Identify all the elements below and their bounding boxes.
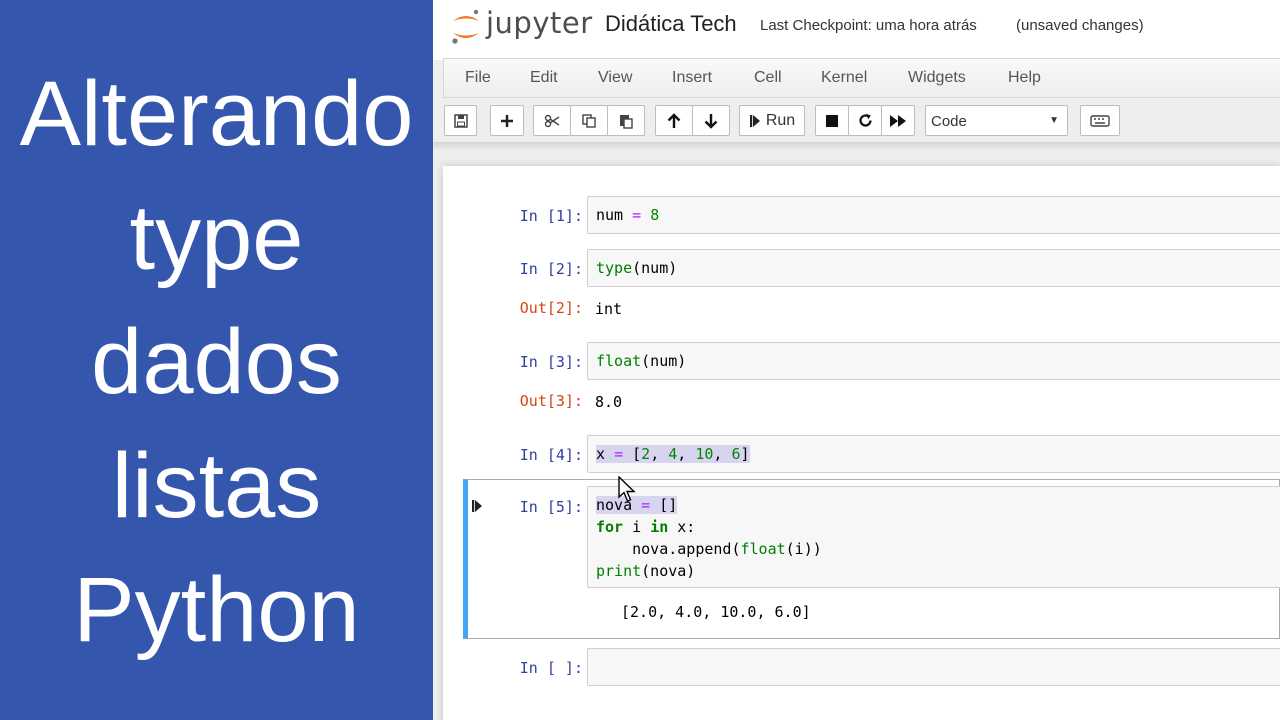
- menu-widgets[interactable]: Widgets: [908, 69, 966, 87]
- menubar: File Edit View Insert Cell Kernel Widget…: [443, 58, 1280, 98]
- menu-insert[interactable]: Insert: [672, 69, 712, 87]
- copy-button[interactable]: [570, 105, 608, 136]
- arrow-up-icon: [667, 112, 681, 128]
- title-line: dados: [91, 311, 342, 413]
- plus-icon: [501, 114, 513, 127]
- cell-input-area[interactable]: type(num): [587, 249, 1280, 287]
- mouse-cursor-icon: [618, 476, 636, 502]
- input-prompt: In [1]:: [519, 207, 583, 225]
- caret-down-icon: ▼: [1049, 115, 1059, 126]
- jupyter-window: jupyter Didática Tech Last Checkpoint: u…: [433, 0, 1280, 720]
- menu-kernel[interactable]: Kernel: [821, 69, 867, 87]
- move-up-button[interactable]: [655, 105, 693, 136]
- interrupt-kernel-button[interactable]: [815, 105, 849, 136]
- run-button-label: Run: [765, 111, 796, 129]
- cell-code[interactable]: nova = [] for i in x: nova.append(float(…: [596, 494, 822, 582]
- fast-forward-icon: [890, 114, 906, 127]
- copy-icon: [582, 113, 596, 128]
- cell-input-area[interactable]: [587, 648, 1280, 686]
- toolbar: Run Code ▼: [443, 100, 1280, 140]
- last-checkpoint: Last Checkpoint: uma hora atrás: [760, 17, 977, 34]
- paste-icon: [620, 114, 633, 129]
- command-palette-button[interactable]: [1080, 105, 1120, 136]
- input-prompt: In [2]:: [519, 260, 583, 278]
- cell-type-value: Code: [931, 113, 967, 130]
- output-prompt: Out[2]:: [519, 299, 583, 317]
- cell-input-area[interactable]: x = [2, 4, 10, 6]: [587, 435, 1280, 473]
- cell-code[interactable]: num = 8: [596, 204, 659, 226]
- cell-input-area[interactable]: float(num): [587, 342, 1280, 380]
- title-line: Python: [73, 559, 360, 661]
- restart-kernel-button[interactable]: [848, 105, 882, 136]
- cut-icon: [544, 114, 560, 127]
- cell-input-area[interactable]: nova = [] for i in x: nova.append(float(…: [587, 486, 1280, 588]
- title-line: Alterando: [19, 63, 414, 165]
- arrow-down-icon: [704, 113, 718, 129]
- insert-cell-button[interactable]: [490, 105, 524, 136]
- save-icon: [453, 113, 468, 128]
- menu-edit[interactable]: Edit: [530, 69, 558, 87]
- cell-code[interactable]: float(num): [596, 350, 686, 372]
- save-button[interactable]: [444, 105, 477, 136]
- title-line: type: [129, 187, 304, 289]
- keyboard-icon: [1090, 114, 1110, 127]
- restart-icon: [858, 113, 872, 127]
- notebook-name[interactable]: Didática Tech: [605, 11, 737, 37]
- cell-output: 8.0: [595, 393, 623, 411]
- cell-output-stream: [2.0, 4.0, 10.0, 6.0]: [621, 603, 811, 621]
- cell-type-select[interactable]: Code ▼: [925, 105, 1068, 136]
- cut-button[interactable]: [533, 105, 571, 136]
- move-down-button[interactable]: [692, 105, 730, 136]
- restart-run-all-button[interactable]: [881, 105, 915, 136]
- input-prompt: In [3]:: [519, 353, 583, 371]
- jupyter-logo-text[interactable]: jupyter: [486, 6, 593, 40]
- run-button[interactable]: Run: [739, 105, 805, 136]
- title-panel: Alterando type dados listas Python: [0, 0, 433, 720]
- paste-button[interactable]: [607, 105, 645, 136]
- output-prompt: Out[3]:: [519, 392, 583, 410]
- menu-view[interactable]: View: [598, 69, 632, 87]
- cell-code[interactable]: x = [2, 4, 10, 6]: [596, 443, 750, 465]
- jupyter-logo-icon[interactable]: [449, 8, 483, 46]
- cell-input-area[interactable]: num = 8: [587, 196, 1280, 234]
- title-line: listas: [111, 435, 322, 537]
- input-prompt: In [5]:: [519, 498, 583, 516]
- header-divider: [433, 142, 1280, 150]
- menu-file[interactable]: File: [465, 69, 491, 87]
- cell-output: int: [595, 300, 623, 318]
- notebook-header: jupyter Didática Tech Last Checkpoint: u…: [433, 0, 1280, 60]
- stop-icon: [826, 114, 838, 127]
- input-prompt: In [4]:: [519, 446, 583, 464]
- autosave-status: (unsaved changes): [1016, 17, 1144, 34]
- menu-help[interactable]: Help: [1008, 69, 1041, 87]
- step-forward-icon: [749, 114, 760, 127]
- menu-cell[interactable]: Cell: [754, 69, 782, 87]
- cell-code[interactable]: type(num): [596, 257, 677, 279]
- input-prompt: In [ ]:: [519, 659, 583, 677]
- notebook-page: In [1]: num = 8 In [2]: type(num) Out[2]…: [443, 166, 1280, 720]
